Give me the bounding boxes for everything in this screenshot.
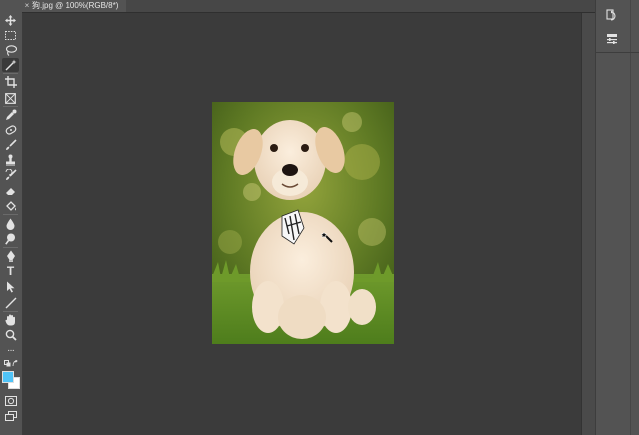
zoom-tool-icon[interactable] [2, 328, 19, 342]
tools-panel: T ··· [0, 0, 23, 435]
healing-brush-tool-icon[interactable] [2, 123, 19, 137]
brush-tool-icon[interactable] [2, 138, 19, 152]
magic-wand-tool-icon[interactable] [2, 58, 19, 72]
path-selection-tool-icon[interactable] [2, 280, 19, 294]
more-tools-icon[interactable]: ··· [2, 344, 19, 358]
default-colors-icon[interactable] [2, 359, 19, 369]
screen-mode-icon[interactable] [2, 409, 19, 423]
puppy-photo [212, 102, 394, 344]
history-panel-icon[interactable] [601, 7, 623, 23]
marquee-tool-icon[interactable] [2, 28, 19, 42]
quick-mask-icon[interactable] [2, 394, 19, 408]
foreground-color-swatch[interactable] [2, 371, 14, 383]
panel-dock [595, 0, 639, 435]
properties-panel-icon[interactable] [601, 31, 623, 47]
document-tab-title: 狗.jpg @ 100%(RGB/8*) [32, 1, 119, 10]
dodge-tool-icon[interactable] [2, 232, 19, 246]
move-tool-icon[interactable] [2, 13, 19, 27]
blur-tool-icon[interactable] [2, 217, 19, 231]
vertical-scrollbar[interactable] [581, 13, 596, 435]
eyedropper-tool-icon[interactable] [2, 108, 19, 122]
paint-bucket-tool-icon[interactable] [2, 199, 19, 213]
document-tab-bar: × 狗.jpg @ 100%(RGB/8*) [22, 0, 595, 13]
document-image[interactable] [212, 102, 394, 344]
pen-tool-icon[interactable] [2, 249, 19, 263]
lasso-tool-icon[interactable] [2, 43, 19, 57]
type-tool-icon[interactable]: T [2, 264, 19, 278]
frame-tool-icon[interactable] [2, 91, 19, 105]
line-tool-icon[interactable] [2, 296, 19, 310]
crop-tool-icon[interactable] [2, 75, 19, 89]
close-tab-icon[interactable]: × [22, 0, 32, 12]
hand-tool-icon[interactable] [2, 313, 19, 327]
eraser-tool-icon[interactable] [2, 184, 19, 198]
history-brush-tool-icon[interactable] [2, 168, 19, 182]
document-tab[interactable]: × 狗.jpg @ 100%(RGB/8*) [22, 0, 126, 12]
clone-stamp-tool-icon[interactable] [2, 153, 19, 167]
